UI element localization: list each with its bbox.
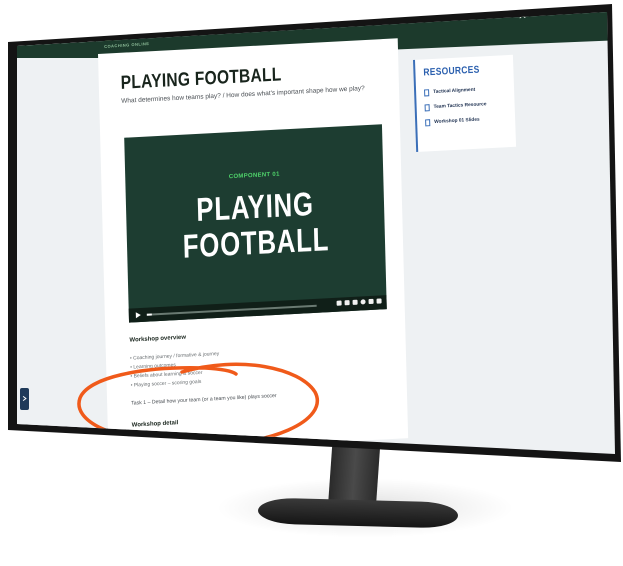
- volume-icon[interactable]: [336, 300, 342, 306]
- resources-title: RESOURCES: [423, 64, 480, 79]
- monitor: ELITE COACHING ONLINE LEARNING HUB HOME …: [0, 0, 623, 566]
- workshop-detail-heading: Workshop detail: [131, 420, 179, 429]
- resource-link-workshop-slides[interactable]: Workshop 01 Slides: [425, 112, 487, 130]
- resources-list: Tactical Alignment Team Tactics Resource…: [424, 82, 487, 130]
- fullscreen-icon[interactable]: [376, 298, 382, 304]
- play-icon[interactable]: [135, 312, 141, 319]
- captions-icon[interactable]: [344, 300, 350, 306]
- video-progress-fill: [146, 313, 152, 316]
- monitor-screen: ELITE COACHING ONLINE LEARNING HUB HOME …: [17, 12, 615, 454]
- left-gutter: [17, 12, 97, 454]
- document-icon: [425, 119, 431, 127]
- document-icon: [424, 104, 430, 112]
- video-control-icons: [336, 298, 382, 306]
- playback-speed-icon[interactable]: [352, 299, 358, 305]
- workshop-overview-list: Coaching journey / formative & journey L…: [130, 350, 220, 391]
- document-icon: [424, 89, 430, 97]
- task-1-text: Task 1 – Detail how your team (or a team…: [131, 393, 277, 407]
- chevron-right-icon: [22, 396, 27, 401]
- resource-label: Tactical Alignment: [433, 87, 476, 95]
- video-title-line-2: FOOTBALL: [182, 220, 330, 265]
- settings-gear-icon[interactable]: [360, 299, 366, 305]
- resource-label: Workshop 01 Slides: [434, 117, 480, 125]
- sidebar-toggle-tab[interactable]: [20, 388, 29, 410]
- video-controls: [128, 295, 387, 323]
- video-progress-bar[interactable]: [146, 304, 317, 316]
- resources-panel: RESOURCES Tactical Alignment Team Tactic…: [413, 54, 517, 152]
- resource-label: Team Tactics Resource: [433, 102, 487, 110]
- video-title: PLAYING FOOTBALL: [154, 184, 357, 267]
- main-content: PLAYING FOOTBALL What determines how tea…: [98, 38, 409, 454]
- picture-in-picture-icon[interactable]: [368, 298, 374, 305]
- video-eyebrow: COMPONENT 01: [228, 171, 280, 181]
- workshop-overview-heading: Workshop overview: [129, 334, 187, 344]
- video-player[interactable]: COMPONENT 01 PLAYING FOOTBALL: [124, 124, 387, 323]
